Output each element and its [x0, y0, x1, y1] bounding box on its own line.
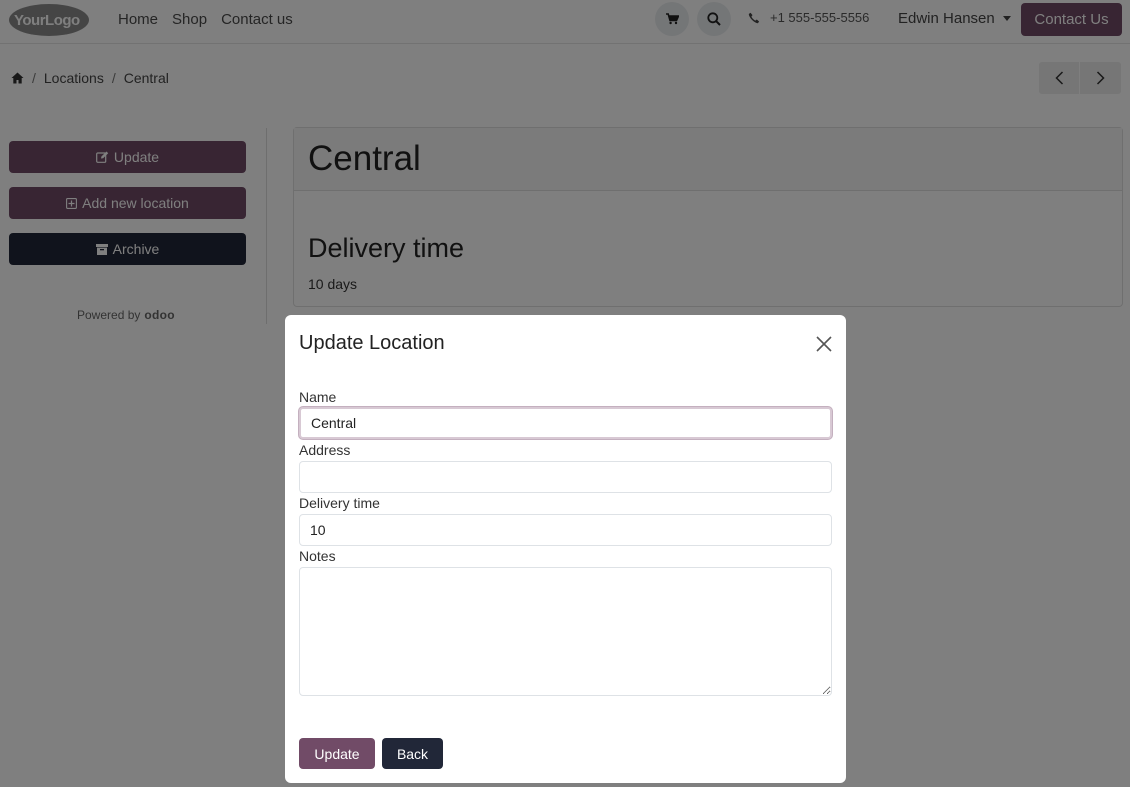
update-location-dialog: Update Location Name Address Delivery ti…: [285, 315, 846, 783]
notes-label: Notes: [299, 548, 336, 564]
address-label: Address: [299, 442, 351, 458]
address-input[interactable]: [299, 461, 832, 493]
modal-back-button[interactable]: Back: [382, 738, 443, 769]
delivery-time-label: Delivery time: [299, 495, 380, 511]
modal-title: Update Location: [299, 332, 445, 354]
modal-update-button[interactable]: Update: [299, 738, 375, 769]
close-button[interactable]: [816, 336, 832, 352]
notes-textarea[interactable]: [299, 567, 832, 696]
name-input[interactable]: [299, 407, 832, 439]
name-label: Name: [299, 389, 337, 405]
close-icon: [816, 336, 832, 352]
delivery-time-input[interactable]: [299, 514, 832, 546]
